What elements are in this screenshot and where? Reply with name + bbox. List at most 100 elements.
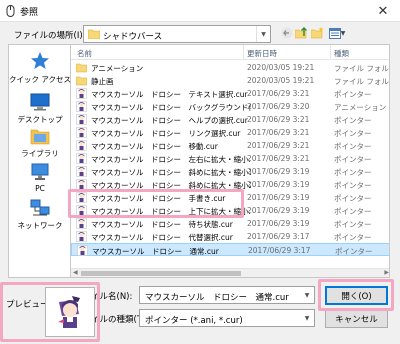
file-type: ポインター [334, 181, 372, 190]
file-name: マウスカーソル ドロシー 代替選択.cur [91, 233, 233, 242]
app-icon [6, 5, 15, 17]
table-row[interactable]: マウスカーソル ドロシー 手書き.cur 2017/06/29 3:19 ポインター [71, 191, 389, 204]
scrollbar-thumb[interactable] [81, 271, 241, 276]
place-label: クイック アクセス [9, 75, 72, 84]
up-folder-icon [295, 27, 307, 39]
file-name: マウスカーソル ドロシー 斜めに拡大・縮小1.cur [91, 168, 251, 177]
file-date: 2017/06/29 3:19 [247, 219, 310, 228]
filetype-select[interactable]: ポインター (*.ani, *.cur) ▼ [139, 309, 315, 327]
file-name: マウスカーソル ドロシー 左右に拡大・縮小.cur [91, 155, 251, 164]
cancel-button-label: キャンセル [335, 314, 378, 325]
file-type: ポインター [334, 233, 372, 242]
folder-icon [88, 29, 100, 39]
table-row[interactable]: アニメーション 2020/03/05 19:21 ファイル フォルダー [71, 61, 389, 74]
file-type: アニメーション ポインター [334, 103, 389, 112]
table-row[interactable]: マウスカーソル ドロシー 斜めに拡大・縮小2.cur 2017/06/29 3:1… [71, 178, 389, 191]
place-label: ネットワーク [17, 221, 63, 230]
open-button[interactable]: 開く(O) [325, 286, 388, 305]
cursor-file-icon [76, 88, 87, 99]
file-name: マウスカーソル ドロシー 待ち状態.cur [91, 220, 233, 229]
column-header-date[interactable]: 更新日時 [247, 48, 277, 59]
file-type: ポインター [334, 168, 372, 177]
filetype-value: ポインター (*.ani, *.cur) [145, 316, 243, 326]
place-label: PC [35, 184, 45, 193]
place-pc[interactable]: PC [9, 163, 71, 193]
column-separator[interactable] [330, 45, 331, 60]
file-type: ポインター [334, 194, 372, 203]
file-name: マウスカーソル ドロシー 通常.cur [92, 247, 219, 256]
table-row[interactable]: マウスカーソル ドロシー バックグラウンド作業中.ani2017/06/29 3… [71, 100, 389, 113]
location-label: ファイルの場所(I): [14, 31, 86, 41]
place-quick-access[interactable]: クイック アクセス [9, 51, 71, 85]
new-folder-icon [311, 27, 324, 39]
cursor-file-icon [76, 140, 87, 151]
cancel-button[interactable]: キャンセル [325, 309, 388, 328]
file-date: 2017/06/29 3:19 [247, 206, 310, 215]
file-list[interactable]: 名前 更新日時 種類 アニメーション 2020/03/05 19:21 ファイル フ… [70, 44, 390, 278]
new-folder-button[interactable] [310, 25, 325, 41]
table-row[interactable]: マウスカーソル ドロシー 移動.cur 2017/06/29 3:21 ポインター [71, 139, 389, 152]
file-type: ポインター [334, 207, 372, 216]
file-name: マウスカーソル ドロシー 移動.cur [91, 142, 218, 151]
file-date: 2017/06/29 3:21 [247, 115, 310, 124]
table-row-selected[interactable]: マウスカーソル ドロシー 通常.cur 2017/06/29 3:17 ポインター [71, 243, 389, 256]
horizontal-scrollbar[interactable]: ◀ ▶ [71, 268, 389, 277]
table-row[interactable]: マウスカーソル ドロシー ヘルプの選択.cur 2017/06/29 3:21 ポイ… [71, 113, 389, 126]
place-label: ライブラリ [21, 149, 59, 158]
table-row[interactable]: マウスカーソル ドロシー 上下に拡大・縮小.cur 2017/06/29 3:19… [71, 204, 389, 217]
folder-icon [76, 63, 87, 73]
desktop-icon [30, 93, 50, 111]
column-separator[interactable] [243, 45, 244, 60]
column-header-type[interactable]: 種類 [334, 48, 349, 59]
file-date: 2020/03/05 19:21 [247, 63, 315, 72]
star-icon [31, 52, 49, 69]
cursor-file-icon [76, 179, 87, 190]
table-row[interactable]: 静止画 2020/03/05 19:21 ファイル フォルダー [71, 74, 389, 87]
location-dropdown[interactable]: シャドウバース ▼ [83, 25, 271, 43]
cursor-file-icon [77, 245, 88, 256]
chevron-down-icon[interactable]: ▼ [300, 287, 314, 303]
chevron-down-icon[interactable]: ▼ [256, 26, 270, 42]
places-bar: クイック アクセス デスクトップ ライブラリ PC ネットワーク [8, 44, 71, 278]
cursor-file-icon [76, 127, 87, 138]
file-date: 2017/06/29 3:21 [247, 141, 310, 150]
file-name: マウスカーソル ドロシー バックグラウンド作業中.ani [91, 103, 251, 112]
table-row[interactable]: マウスカーソル ドロシー テキスト選択.cur 2017/06/29 3:21 ポイ… [71, 87, 389, 100]
back-arrow-icon [281, 27, 292, 39]
table-row[interactable]: マウスカーソル ドロシー 斜めに拡大・縮小1.cur 2017/06/29 3:1… [71, 165, 389, 178]
cursor-file-icon [76, 101, 87, 112]
table-row[interactable]: マウスカーソル ドロシー 左右に拡大・縮小.cur 2017/06/29 3:21… [71, 152, 389, 165]
place-desktop[interactable]: デスクトップ [9, 93, 71, 125]
table-row[interactable]: マウスカーソル ドロシー リンク選択.cur 2017/06/29 3:21 ポイン… [71, 126, 389, 139]
library-icon [30, 129, 50, 145]
file-date: 2017/06/29 3:17 [247, 232, 310, 241]
column-header-name[interactable]: 名前 [77, 48, 92, 59]
scroll-right-icon[interactable]: ▶ [384, 269, 389, 276]
place-network[interactable]: ネットワーク [9, 199, 71, 231]
view-menu-button[interactable]: ▼ [326, 25, 348, 41]
close-icon[interactable]: ✕ [378, 4, 389, 19]
table-row[interactable]: マウスカーソル ドロシー 代替選択.cur 2017/06/29 3:17 ポインタ… [71, 230, 389, 243]
file-name: マウスカーソル ドロシー 上下に拡大・縮小.cur [91, 207, 251, 216]
file-type: ポインター [334, 90, 372, 99]
file-date: 2017/06/29 3:21 [247, 89, 310, 98]
file-date: 2017/06/29 3:21 [247, 154, 310, 163]
cursor-file-icon [76, 205, 87, 216]
title-bar: 参照 ✕ [0, 0, 400, 22]
up-folder-button[interactable] [294, 25, 309, 41]
file-type: ポインター [334, 116, 372, 125]
filename-input[interactable]: マウスカーソル ドロシー 通常.cur ▼ [139, 286, 315, 304]
cursor-file-icon [76, 192, 87, 203]
file-name: マウスカーソル ドロシー 手書き.cur [91, 194, 226, 203]
chevron-down-icon[interactable]: ▼ [300, 310, 314, 326]
scroll-left-icon[interactable]: ◀ [73, 269, 78, 276]
filename-value: マウスカーソル ドロシー 通常.cur [145, 293, 289, 303]
file-name: アニメーション [91, 64, 144, 73]
back-button[interactable] [279, 25, 294, 41]
folder-icon [76, 76, 87, 86]
cursor-file-icon [76, 218, 87, 229]
cursor-preview-image [58, 296, 80, 328]
table-row[interactable]: マウスカーソル ドロシー 待ち状態.cur 2017/06/29 3:19 ポインタ… [71, 217, 389, 230]
close-button[interactable]: ✕ [366, 0, 400, 22]
place-library[interactable]: ライブラリ [9, 127, 71, 159]
